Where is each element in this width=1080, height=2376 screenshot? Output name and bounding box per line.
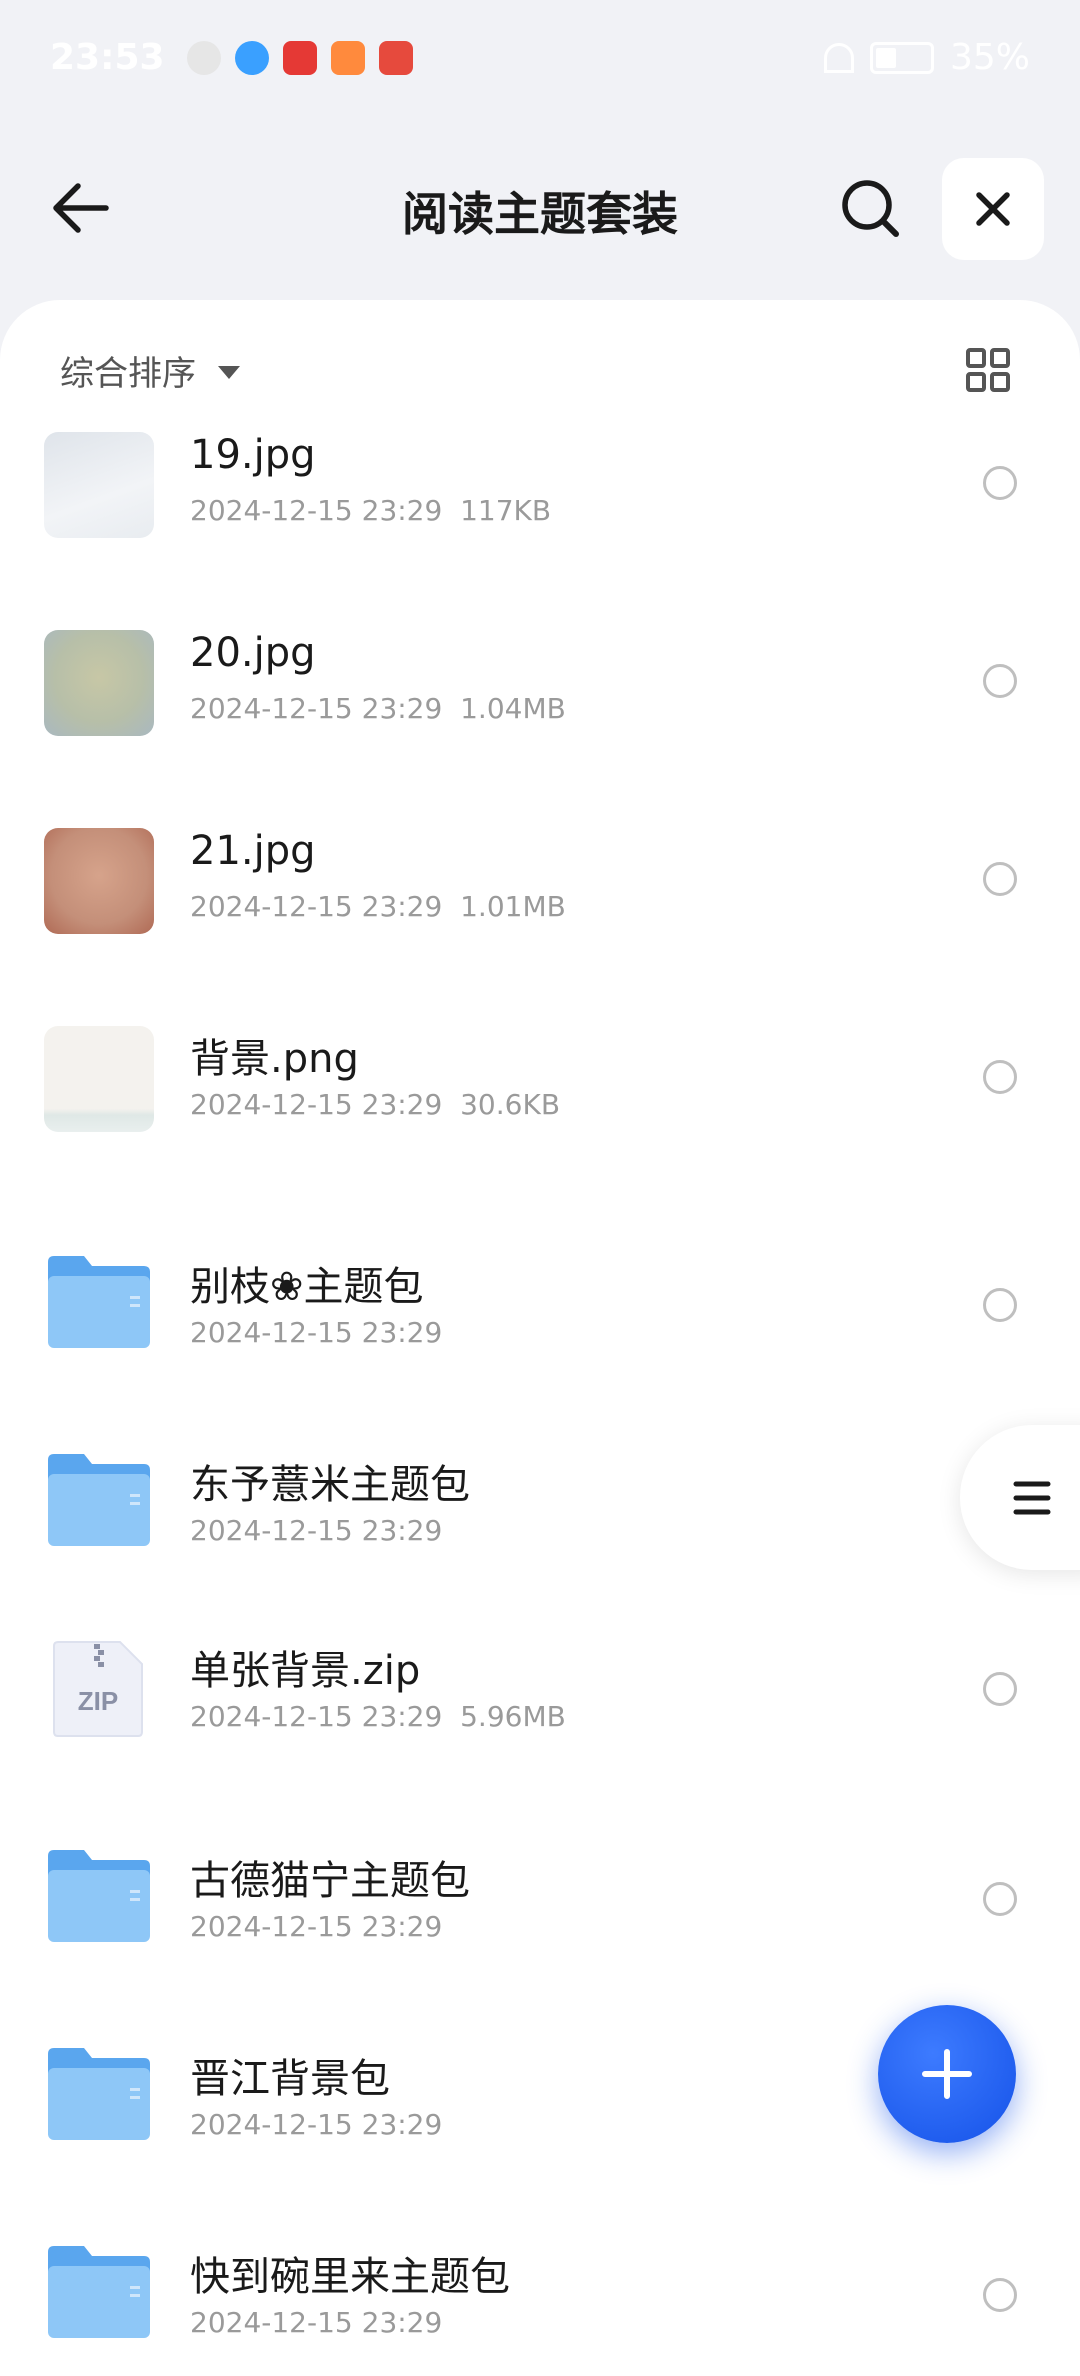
list-item[interactable]: 21.jpg 2024-12-15 23:29 1.01MB [0, 828, 1080, 1026]
wifi-icon [823, 42, 854, 73]
close-icon [976, 192, 1010, 226]
file-meta: 2024-12-15 23:29 1.01MB [190, 890, 566, 923]
search-button[interactable] [830, 168, 910, 248]
menu-icon [1013, 1481, 1051, 1514]
cloud-icon [186, 40, 221, 75]
browser-icon [234, 40, 269, 75]
close-button[interactable] [942, 158, 1044, 260]
notification-icons [186, 40, 413, 75]
search-icon [842, 180, 899, 237]
battery-icon [869, 41, 934, 74]
select-radio[interactable] [983, 2278, 1017, 2312]
file-meta: 2024-12-15 23:29 [190, 2108, 443, 2141]
select-radio[interactable] [983, 1060, 1017, 1094]
page-title: 阅读主题套装 [402, 187, 678, 241]
select-radio[interactable] [983, 862, 1017, 896]
shopping-app-icon [378, 40, 413, 75]
back-button[interactable] [40, 168, 120, 248]
status-time: 23:53 [50, 37, 165, 78]
list-item[interactable]: 19.jpg 2024-12-15 23:29 117KB [0, 432, 1080, 630]
list-item[interactable]: 别枝❀主题包 2024-12-15 23:29 [0, 1224, 1080, 1422]
file-name: 东予薏米主题包 [190, 1462, 470, 1508]
back-arrow-icon [53, 183, 109, 233]
file-meta: 2024-12-15 23:29 [190, 1316, 443, 1349]
caret-down-icon [218, 366, 240, 379]
status-right: 35% [823, 37, 1030, 78]
folder-icon [48, 1256, 150, 1348]
sort-dropdown[interactable]: 综合排序 [60, 346, 240, 395]
grid-view-button[interactable] [958, 340, 1018, 400]
select-radio[interactable] [983, 1288, 1017, 1322]
zip-badge-text: ZIP [78, 1686, 118, 1716]
select-radio[interactable] [983, 1882, 1017, 1916]
file-meta: 2024-12-15 23:29 [190, 1514, 443, 1547]
status-bar: 23:53 35% [0, 0, 1080, 115]
file-name: 别枝❀主题包 [190, 1264, 424, 1310]
file-meta: 2024-12-15 23:29 5.96MB [190, 1700, 566, 1733]
plus-icon [922, 2049, 972, 2099]
file-name: 背景.png [190, 1036, 359, 1082]
file-name: 19.jpg [190, 432, 316, 478]
news-app-icon [282, 40, 317, 75]
list-item[interactable]: ZIP 单张背景.zip 2024-12-15 23:29 5.96MB [0, 1620, 1080, 1818]
file-name: 单张背景.zip [190, 1648, 421, 1694]
list-item[interactable]: 古德猫宁主题包 2024-12-15 23:29 [0, 1818, 1080, 2016]
image-thumbnail [44, 432, 154, 538]
file-meta: 2024-12-15 23:29 [190, 1910, 443, 1943]
file-meta: 2024-12-15 23:29 30.6KB [190, 1088, 561, 1121]
file-name: 20.jpg [190, 630, 316, 676]
battery-text: 35% [949, 37, 1030, 78]
sort-bar: 综合排序 [0, 300, 1080, 435]
app-bar: 阅读主题套装 [0, 140, 1080, 280]
file-name: 快到碗里来主题包 [190, 2254, 510, 2300]
file-meta: 2024-12-15 23:29 117KB [190, 494, 552, 527]
folder-icon [48, 1850, 150, 1942]
file-name: 21.jpg [190, 828, 316, 874]
file-meta: 2024-12-15 23:29 1.04MB [190, 692, 566, 725]
zip-file-icon: ZIP [53, 1641, 143, 1737]
list-item[interactable]: 东予薏米主题包 2024-12-15 23:29 [0, 1422, 1080, 1620]
grid-view-icon [966, 348, 1010, 392]
file-name: 古德猫宁主题包 [190, 1858, 470, 1904]
image-thumbnail [44, 828, 154, 934]
select-radio[interactable] [983, 664, 1017, 698]
file-name: 晋江背景包 [190, 2056, 390, 2102]
sort-label: 综合排序 [60, 354, 196, 394]
game-icon [330, 40, 365, 75]
select-radio[interactable] [983, 1672, 1017, 1706]
file-meta: 2024-12-15 23:29 [190, 2306, 443, 2339]
list-item[interactable]: 20.jpg 2024-12-15 23:29 1.04MB [0, 630, 1080, 828]
list-item[interactable]: 快到碗里来主题包 2024-12-15 23:29 [0, 2214, 1080, 2376]
select-radio[interactable] [983, 466, 1017, 500]
image-thumbnail [44, 1026, 154, 1132]
list-item[interactable]: 背景.png 2024-12-15 23:29 30.6KB [0, 1026, 1080, 1224]
folder-icon [48, 2246, 150, 2338]
folder-icon [48, 1454, 150, 1546]
image-thumbnail [44, 630, 154, 736]
add-button[interactable] [878, 2005, 1016, 2143]
folder-icon [48, 2048, 150, 2140]
